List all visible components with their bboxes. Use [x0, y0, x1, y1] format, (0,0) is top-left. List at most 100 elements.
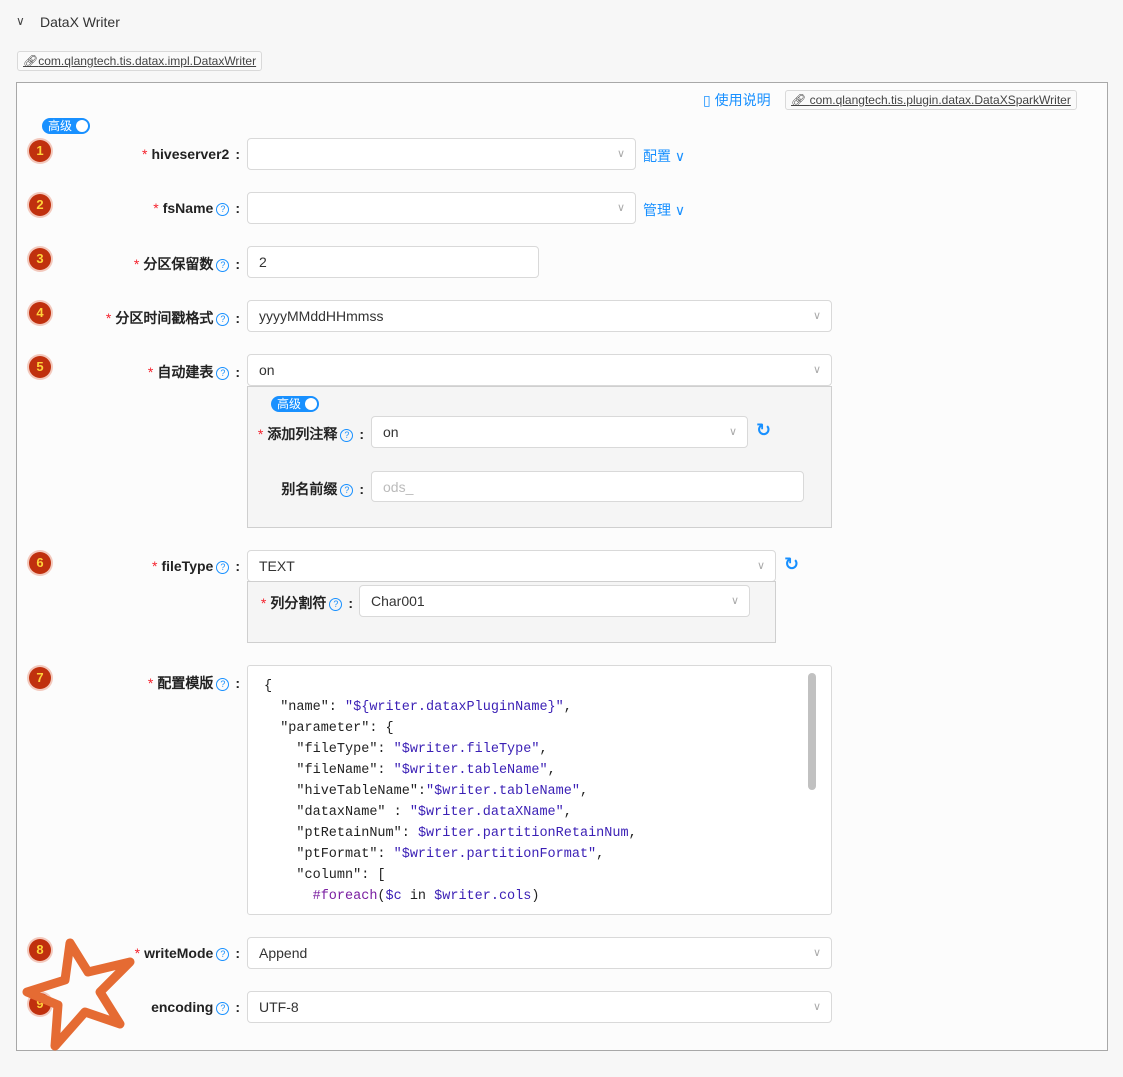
refresh-icon[interactable]: ↻: [756, 420, 771, 441]
advanced-toggle[interactable]: 高级: [42, 118, 90, 134]
field-label-fsname: *fsName?:: [153, 200, 240, 216]
help-link[interactable]: ▯ 使用说明: [703, 90, 771, 110]
plugin-tag-link[interactable]: 🔗︎ com.qlangtech.tis.plugin.datax.DataXS…: [785, 90, 1077, 110]
alias-prefix-input[interactable]: ods_: [371, 471, 804, 502]
help-icon[interactable]: ?: [216, 203, 229, 216]
chevron-down-icon: ∨: [729, 417, 737, 447]
code-line: "ptRetainNum": $writer.partitionRetainNu…: [264, 823, 831, 844]
select-value: on: [383, 424, 399, 440]
code-token: "hiveTableName":: [264, 784, 426, 799]
code-token: ,: [548, 763, 556, 778]
filetype-select[interactable]: TEXT ∨: [247, 550, 776, 582]
step-badge: 4: [29, 302, 51, 324]
code-line: "dataxName" : "$writer.dataXName",: [264, 802, 831, 823]
step-badge: 5: [29, 356, 51, 378]
chevron-down-icon: ∨: [813, 355, 821, 385]
code-token: #foreach: [313, 889, 378, 904]
code-token: "ptFormat":: [264, 847, 394, 862]
refresh-icon[interactable]: ↻: [784, 554, 799, 575]
field-label-partition-format: *分区时间戳格式?:: [106, 308, 240, 328]
auto-create-select[interactable]: on∨: [247, 354, 832, 386]
writemode-select[interactable]: Append∨: [247, 937, 832, 969]
required-mark: *: [148, 675, 153, 691]
help-icon[interactable]: ?: [329, 598, 342, 611]
label-text: 分区保留数: [143, 256, 213, 272]
code-line: {: [264, 676, 831, 697]
encoding-select[interactable]: UTF-8∨: [247, 991, 832, 1023]
code-token: "$writer.tableName": [426, 784, 580, 799]
collapse-chevron-icon[interactable]: ∨: [16, 14, 25, 28]
help-label: 使用说明: [715, 92, 771, 108]
manage-dropdown-link[interactable]: 管理 ∨: [643, 200, 685, 220]
code-token: "name":: [264, 700, 345, 715]
code-token: "dataxName" :: [264, 805, 410, 820]
help-icon[interactable]: ?: [340, 429, 353, 442]
code-line: #foreach($c in $writer.cols): [264, 886, 831, 907]
link-icon: 🔗︎: [791, 93, 810, 107]
code-token: "column": [: [264, 868, 386, 883]
step-badge: 6: [29, 552, 51, 574]
help-icon[interactable]: ?: [216, 678, 229, 691]
label-text: 别名前缀: [281, 481, 337, 497]
code-token: $writer.partitionRetainNum: [418, 826, 629, 841]
code-scrollbar[interactable]: [808, 673, 816, 790]
code-line: "fileName": "$writer.tableName",: [264, 760, 831, 781]
chevron-down-icon: ∨: [813, 301, 821, 331]
code-line: "ptFormat": "$writer.partitionFormat",: [264, 844, 831, 865]
help-icon[interactable]: ?: [216, 367, 229, 380]
code-token: in: [402, 889, 434, 904]
label-text: writeMode: [144, 945, 213, 961]
partition-retain-input[interactable]: 2: [247, 246, 539, 278]
chevron-down-icon: ∨: [617, 139, 625, 169]
code-token: "${writer.dataxPluginName}": [345, 700, 564, 715]
step-badge: 8: [29, 939, 51, 961]
label-text: fsName: [163, 200, 214, 216]
code-line: "fileType": "$writer.fileType",: [264, 739, 831, 760]
chevron-down-icon: ∨: [731, 586, 739, 616]
required-mark: *: [135, 945, 140, 961]
field-label-template: *配置模版?:: [148, 673, 240, 693]
advanced-toggle[interactable]: 高级: [271, 396, 319, 412]
code-token: ,: [564, 805, 572, 820]
chevron-down-icon: ∨: [757, 551, 765, 581]
help-icon[interactable]: ?: [340, 484, 353, 497]
code-token: ,: [580, 784, 588, 799]
field-label-hiveserver2: *hiveserver2:: [142, 146, 240, 162]
code-token: {: [264, 679, 272, 694]
code-token: ,: [596, 847, 604, 862]
link-icon: 🔗︎: [23, 54, 38, 68]
hiveserver2-select[interactable]: ∨: [247, 138, 636, 170]
partition-format-select[interactable]: yyyyMMddHHmmss∨: [247, 300, 832, 332]
label-text: 列分割符: [270, 595, 326, 611]
code-token: $c: [386, 889, 402, 904]
label-text: 自动建表: [157, 364, 213, 380]
select-value: TEXT: [259, 558, 295, 574]
help-icon[interactable]: ?: [216, 948, 229, 961]
help-icon[interactable]: ?: [216, 259, 229, 272]
field-label-auto-create: *自动建表?:: [148, 362, 240, 382]
help-icon[interactable]: ?: [216, 561, 229, 574]
configure-dropdown-link[interactable]: 配置 ∨: [643, 146, 685, 166]
required-mark: *: [148, 364, 153, 380]
add-comment-select[interactable]: on ∨: [371, 416, 748, 448]
template-code-editor[interactable]: { "name": "${writer.dataxPluginName}", "…: [247, 665, 832, 915]
code-token: "fileName":: [264, 763, 394, 778]
code-line: "column": [: [264, 865, 831, 886]
separator-select[interactable]: Char001∨: [359, 585, 750, 617]
help-icon[interactable]: ?: [216, 1002, 229, 1015]
required-mark: *: [153, 200, 158, 216]
code-line: "name": "${writer.dataxPluginName}",: [264, 697, 831, 718]
code-token: "fileType":: [264, 742, 394, 757]
class-tag-link[interactable]: 🔗︎com.qlangtech.tis.datax.impl.DataxWrit…: [17, 51, 262, 71]
help-icon[interactable]: ?: [216, 313, 229, 326]
required-mark: *: [152, 558, 157, 574]
fsname-select[interactable]: ∨: [247, 192, 636, 224]
label-text: encoding: [151, 999, 213, 1015]
field-label-add-comment: *添加列注释?:: [258, 424, 364, 444]
plugin-tag-text: com.qlangtech.tis.plugin.datax.DataXSpar…: [810, 93, 1071, 107]
code-token: "parameter": {: [264, 721, 394, 736]
code-token: ,: [564, 700, 572, 715]
field-label-partition-retain: *分区保留数?:: [134, 254, 240, 274]
code-token: "$writer.partitionFormat": [394, 847, 597, 862]
label-text: fileType: [161, 558, 213, 574]
